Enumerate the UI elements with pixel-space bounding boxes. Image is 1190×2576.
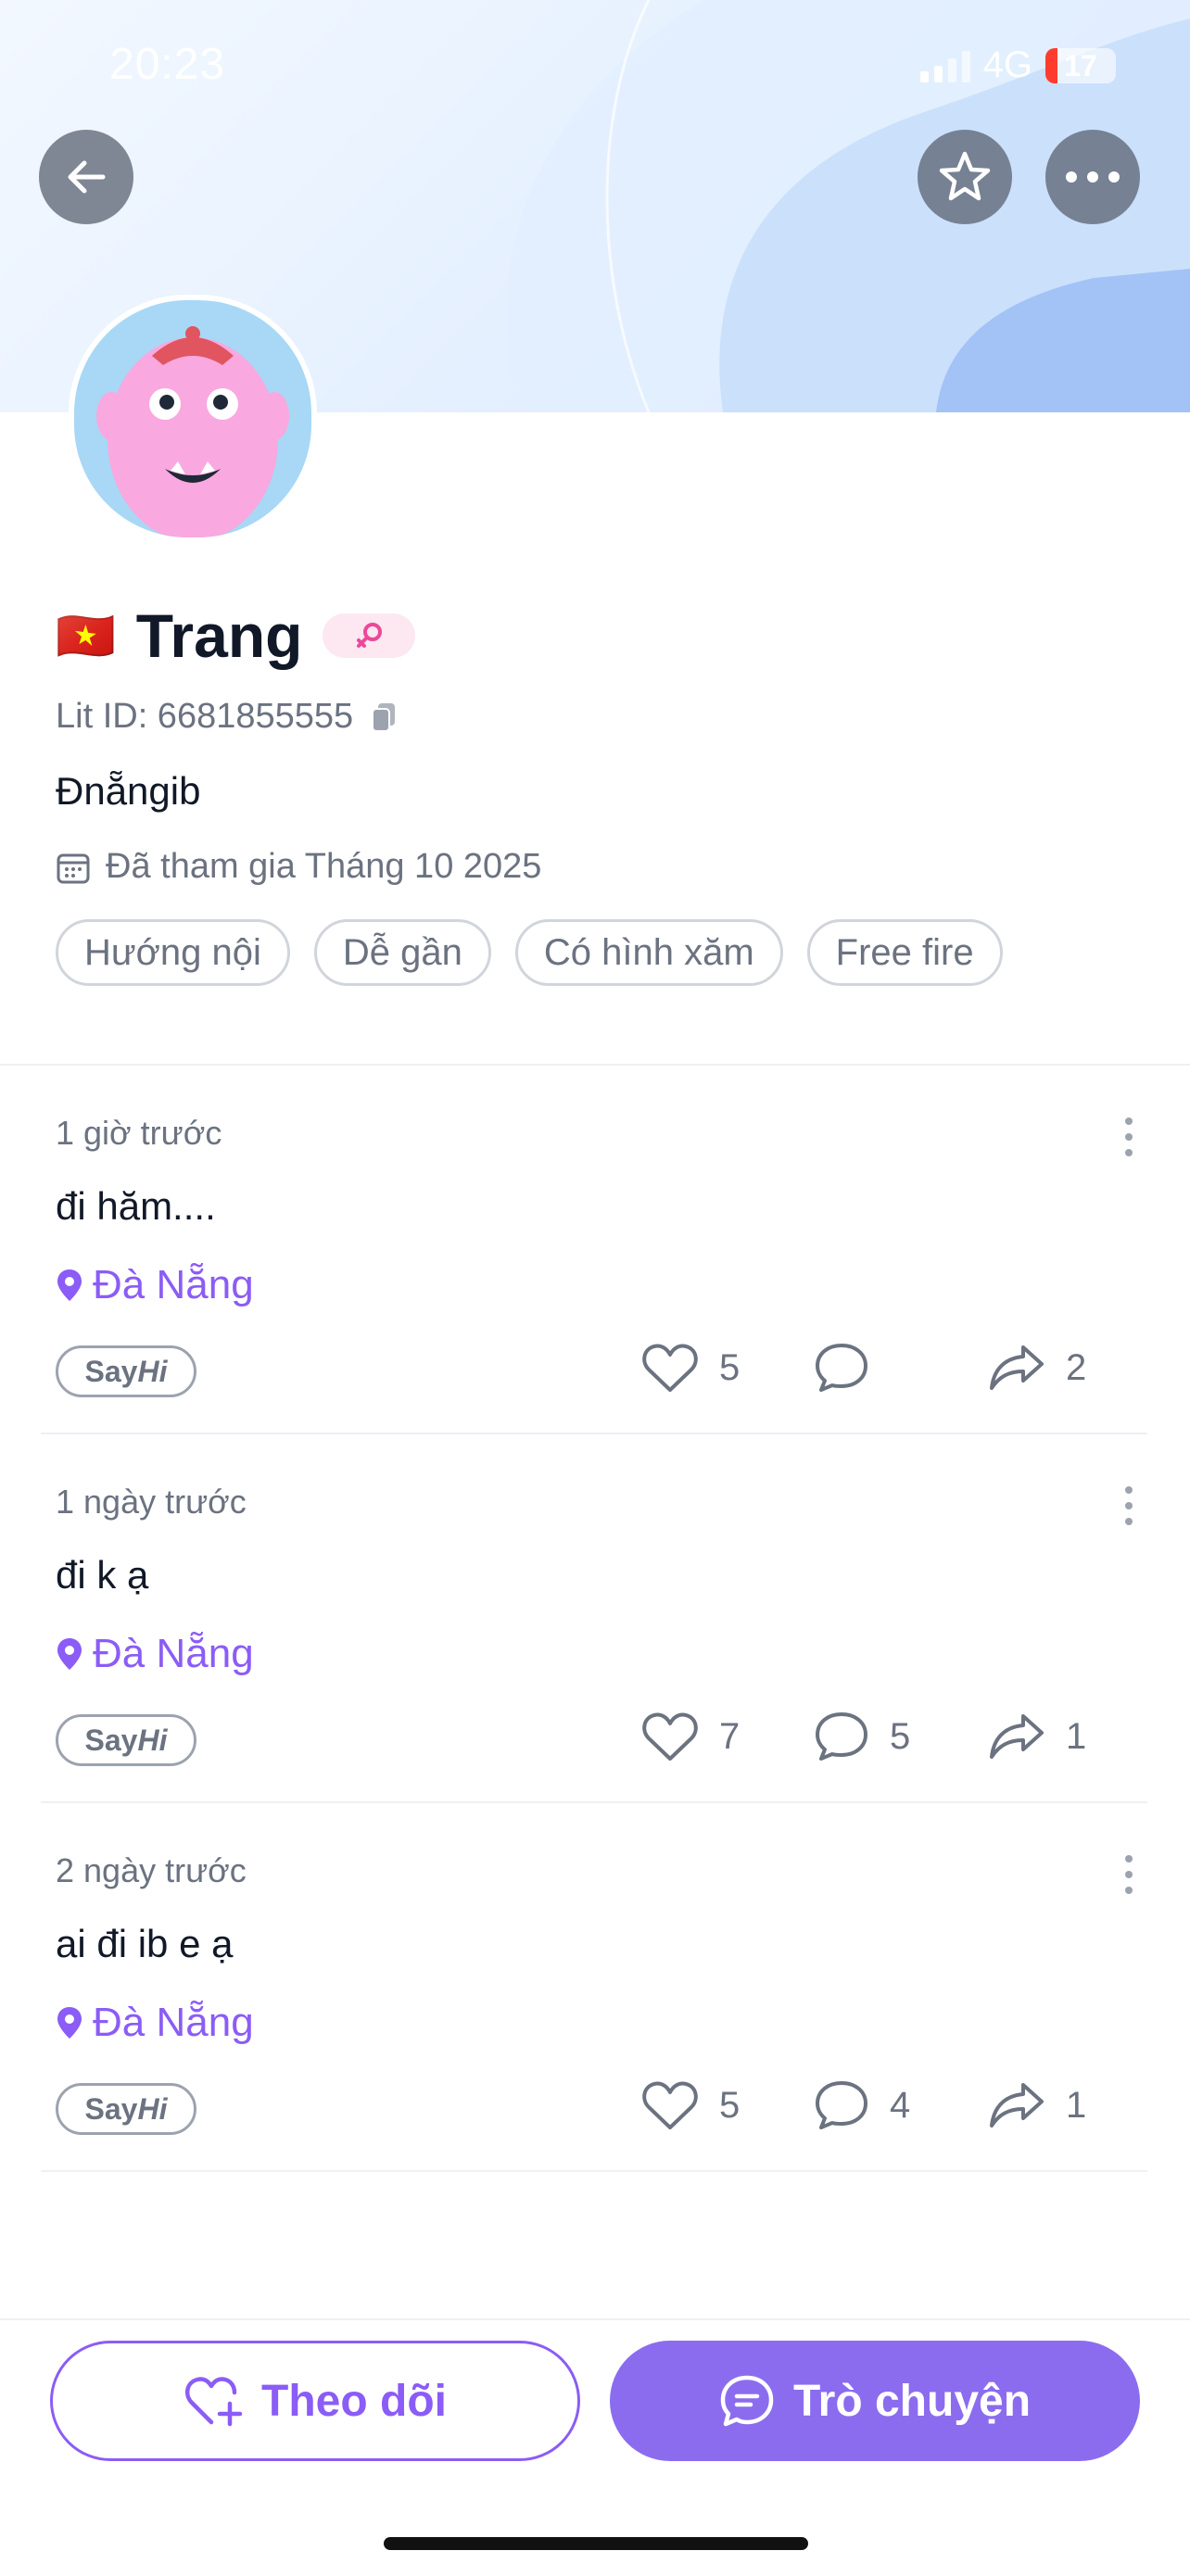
star-icon [939, 151, 991, 201]
share-count: 1 [1066, 2084, 1087, 2126]
lit-id-text: Lit ID: 6681855555 [56, 697, 354, 736]
heart-icon [642, 1712, 698, 1761]
heart-plus-icon [184, 2377, 243, 2427]
post-location-text: Đà Nẵng [93, 1631, 254, 1676]
signal-icon [919, 49, 970, 82]
favorite-button[interactable] [918, 130, 1012, 224]
comment-count: 4 [890, 2084, 911, 2126]
post-more-button[interactable] [1125, 1118, 1136, 1156]
share-button[interactable]: 1 [988, 1711, 1086, 1762]
chat-icon [720, 2375, 774, 2427]
post-more-button[interactable] [1125, 1486, 1136, 1525]
location-pin-icon [57, 1638, 82, 1670]
comment-icon [816, 1344, 867, 1392]
joined-text: Đã tham gia Tháng 10 2025 [106, 847, 542, 886]
location-pin-icon [57, 2007, 82, 2039]
profile-name: Trang [135, 601, 303, 670]
chat-button[interactable]: Trò chuyện [610, 2341, 1140, 2461]
avatar[interactable] [69, 295, 317, 543]
more-options-button[interactable] [1045, 130, 1140, 224]
location-pin-icon [57, 1269, 82, 1301]
joined-date: Đã tham gia Tháng 10 2025 [56, 847, 541, 887]
arrow-left-icon [68, 160, 106, 194]
post-time: 2 ngày trước [56, 1851, 247, 1889]
tag: Dễ gần [313, 919, 491, 986]
calendar-icon [57, 853, 90, 883]
battery-icon: 17 [1045, 47, 1116, 83]
tag: Có hình xăm [514, 919, 783, 986]
post-item[interactable]: 2 ngày trước ai đi ib e ạ Đà Nẵng Say Hi … [41, 1803, 1147, 2172]
post-location[interactable]: Đà Nẵng [56, 1631, 254, 1677]
heart-icon [642, 2081, 698, 2129]
share-icon [990, 2083, 1044, 2128]
post-text: đi k ạ [56, 1553, 149, 1597]
lit-id: Lit ID: 6681855555 [56, 697, 398, 737]
share-count: 1 [1066, 1715, 1087, 1757]
like-count: 5 [719, 2084, 741, 2126]
post-location-text: Đà Nẵng [93, 2000, 254, 2045]
sayhi-button[interactable]: Say Hi [56, 2083, 196, 2135]
comment-icon [816, 1712, 867, 1761]
like-button[interactable]: 5 [641, 2079, 740, 2131]
share-icon [990, 1714, 1044, 1759]
share-count: 2 [1066, 1346, 1087, 1388]
comment-icon [816, 2081, 867, 2129]
post-text: đi hăm.... [56, 1184, 216, 1228]
share-icon [990, 1345, 1044, 1390]
comment-button[interactable]: 5 [814, 1711, 910, 1762]
copy-icon[interactable] [370, 701, 398, 733]
sayhi-button[interactable]: Say Hi [56, 1714, 196, 1766]
follow-label: Theo dõi [261, 2376, 447, 2426]
battery-level: 17 [1064, 48, 1097, 82]
more-horizontal-icon [1066, 171, 1120, 183]
status-time: 20:23 [109, 40, 226, 89]
like-button[interactable]: 7 [641, 1711, 740, 1762]
share-button[interactable]: 1 [988, 2079, 1086, 2131]
profile-bio: Đnẵngib [56, 769, 201, 813]
post-time: 1 ngày trước [56, 1483, 247, 1521]
comment-count: 5 [890, 1715, 911, 1757]
interest-tags: Hướng nội Dễ gần Có hình xăm Free fire [56, 919, 1003, 986]
post-location[interactable]: Đà Nẵng [56, 2000, 254, 2046]
post-text: ai đi ib e ạ [56, 1922, 234, 1965]
like-button[interactable]: 5 [641, 1342, 740, 1394]
post-location[interactable]: Đà Nẵng [56, 1262, 254, 1308]
back-button[interactable] [39, 130, 133, 224]
post-item[interactable]: 1 ngày trước đi k ạ Đà Nẵng Say Hi 7 5 1 [41, 1434, 1147, 1803]
like-count: 5 [719, 1346, 741, 1388]
comment-button[interactable] [814, 1342, 890, 1394]
country-flag: 🇻🇳 [56, 609, 116, 663]
chat-label: Trò chuyện [792, 2376, 1032, 2426]
post-time: 1 giờ trước [56, 1114, 222, 1152]
tag: Hướng nội [56, 919, 290, 986]
tag: Free fire [806, 919, 1003, 986]
comment-button[interactable]: 4 [814, 2079, 910, 2131]
like-count: 7 [719, 1715, 741, 1757]
heart-icon [642, 1344, 698, 1392]
profile-name-row: 🇻🇳 Trang [56, 600, 416, 671]
sayhi-button[interactable]: Say Hi [56, 1345, 196, 1397]
share-button[interactable]: 2 [988, 1342, 1086, 1394]
post-item[interactable]: 1 giờ trước đi hăm.... Đà Nẵng Say Hi 5 2 [41, 1066, 1147, 1434]
network-type: 4G [982, 44, 1032, 85]
post-location-text: Đà Nẵng [93, 1262, 254, 1307]
female-icon [323, 613, 416, 658]
home-indicator[interactable] [384, 2537, 808, 2550]
status-indicators: 4G 17 [919, 44, 1116, 86]
post-more-button[interactable] [1125, 1855, 1136, 1894]
follow-button[interactable]: Theo dõi [50, 2341, 580, 2461]
